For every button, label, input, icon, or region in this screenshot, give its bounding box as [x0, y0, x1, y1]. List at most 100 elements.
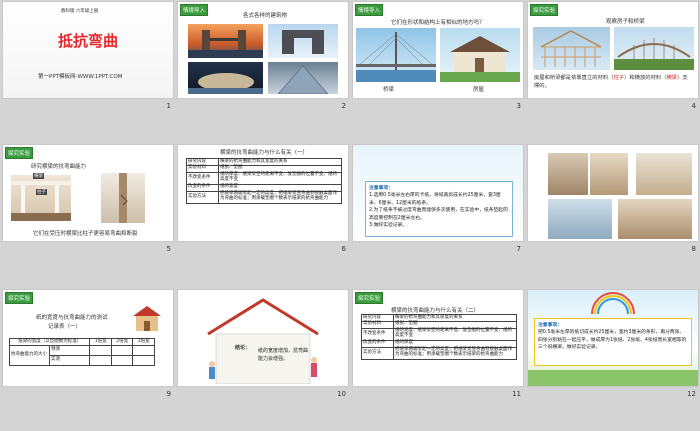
slide-1-canvas: 教科版 六年级上册 抵抗弯曲 第一PPT模板网-WWW.1PPT.COM	[3, 2, 173, 98]
slide-3-label-house: 房屋	[473, 87, 485, 93]
house-icon	[131, 304, 163, 332]
table-cell: 把纸梁两端架起一定的高度，把纸梁受压弯曲到接触桌面作为弯曲的标准；用承载垫圈个数…	[218, 190, 342, 204]
slide-number-9: 9	[166, 390, 171, 398]
slide-9-subtitle: 记录表（一）	[48, 324, 82, 330]
house-illustration	[198, 294, 328, 384]
slide-number-8: 8	[691, 245, 696, 253]
slide-number-1: 1	[166, 102, 171, 110]
slide-thumbnail-4[interactable]: 探究实验 观察房子和桥梁 房屋和桥梁都是依靠直立的材料（柱子）和横放的材料（横梁…	[528, 2, 698, 110]
slide-thumbnail-12[interactable]: 注意事项： 把0.5毫米左厚的纸切成长约25厘米，宽约3厘米的条形，再分两张、四…	[528, 290, 698, 398]
slide-4-canvas: 探究实验 观察房子和桥梁 房屋和桥梁都是依靠直立的材料（柱子）和横放的材料（横梁…	[528, 2, 698, 98]
table-row: 实验方法 把纸梁两端架起一定的高度，把纸梁受压弯曲到接触桌面作为弯曲的标准；用承载…	[361, 346, 517, 360]
slide-thumbnail-7[interactable]: 注意事项： 1.选用0.5毫米左右厚的卡纸，将纸裁剪成长约25厘米，宽3厘米、6…	[353, 145, 523, 253]
table-cell: 改变的条件	[361, 339, 394, 348]
slide-4-tag: 探究实验	[530, 4, 559, 16]
slide-number-11: 11	[512, 390, 521, 398]
slide-number-2: 2	[341, 102, 346, 110]
slide-7-canvas: 注意事项： 1.选用0.5毫米左右厚的卡纸，将纸裁剪成长约25厘米，宽3厘米、6…	[353, 145, 523, 241]
classroom-photo-2	[590, 153, 628, 195]
interior-columns-photo	[11, 175, 71, 221]
table-row: 抗弯曲能力的大小 预测	[9, 344, 155, 366]
rainbow-decoration	[588, 292, 638, 314]
slide-thumbnail-9[interactable]: 探究实验 纸的宽度与抗弯曲能力的测试 记录表（一） 纸梁的宽度（以垫圈数为标准）…	[3, 290, 173, 398]
slide-5-tag: 探究实验	[5, 147, 34, 159]
table-header: 3倍宽	[132, 338, 155, 346]
slide-4-body: 房屋和桥梁都是依靠直立的材料（柱子）和横放的材料（横梁）支撑的。	[534, 74, 692, 91]
table-cell: 抗弯曲能力的大小	[9, 344, 50, 366]
opera-house-photo	[188, 62, 263, 94]
slide-number-5: 5	[166, 245, 171, 253]
slide-1-title: 抵抗弯曲	[57, 32, 118, 50]
slide-2-tag: 情境导入	[180, 4, 209, 16]
slide-5-title: 研究横梁的抗弯曲能力	[31, 164, 87, 170]
slide-11-canvas: 探究实验 横梁的抗弯曲能力与什么有关（二） 研究内容 横梁的抗弯曲能力和其厚度的关…	[353, 290, 523, 386]
slide-7-note-heading: 注意事项：	[369, 186, 393, 191]
slide-2-canvas: 情境导入 各式各样的建筑物	[178, 2, 348, 98]
slide-thumbnail-8[interactable]: 8	[528, 145, 698, 253]
slide-12-canvas: 注意事项： 把0.5毫米左厚的纸切成长约25厘米，宽约3厘米的条形，再分两张、四…	[528, 290, 698, 386]
classroom-photo-5	[618, 199, 692, 239]
table-row: 纸梁的宽度（以垫圈数为标准） 1倍宽 2倍宽 3倍宽	[8, 338, 155, 346]
slide-3-canvas: 情境导入 它们在形状和结构上有相似的地方吗？ 桥梁 房屋	[353, 2, 523, 98]
slide-2-title: 各式各样的建筑物	[243, 13, 288, 19]
slide-thumbnail-6[interactable]: 横梁的抗弯曲能力与什么有关（一） 研究内容 横梁的抗弯曲能力和其宽度的关系 实验材…	[178, 145, 348, 253]
slide-number-3: 3	[516, 102, 521, 110]
slide-number-6: 6	[341, 245, 346, 253]
slide-5-canvas: 探究实验 研究横梁的抗弯曲能力 横梁 柱子 它们在受压时横梁比柱子更容易弯曲和断…	[3, 145, 173, 241]
table-cell: 纸的厚度、纸梁架空的距离不变、放垫圈的位置不变、纸的高度不变	[218, 171, 342, 185]
slide-7-note-item: 2.为了纸条不被过度弯曲而能够多次使用，在实验中，纸条垫起的高度要控制在2厘米左…	[369, 208, 508, 221]
table-cell: 不改变条件	[186, 171, 219, 185]
slide-thumbnail-5[interactable]: 探究实验 研究横梁的抗弯曲能力 横梁 柱子 它们在受压时横梁比柱子更容易弯曲和断…	[3, 145, 173, 253]
house-photo	[440, 28, 520, 82]
slide-6-title: 横梁的抗弯曲能力与什么有关（一）	[220, 150, 309, 156]
slide-4-text-part1: 房屋和桥梁都是依靠直立的材料（	[534, 75, 614, 81]
table-cell: 实验材料	[361, 320, 394, 329]
table-cell: 实测	[48, 354, 91, 366]
slide-1-footer: 第一PPT模板网-WWW.1PPT.COM	[38, 74, 123, 80]
slide-thumbnail-2[interactable]: 情境导入 各式各样的建筑物 2	[178, 2, 348, 110]
table-row: 实验方法 把纸梁两端架起一定的高度，把纸梁受压弯曲到接触桌面作为弯曲的标准；用承载…	[186, 190, 342, 204]
slide-10-conclusion-label: 结论：	[235, 345, 251, 351]
table-cell: 实验方法	[186, 190, 219, 204]
tower-bridge-photo	[188, 24, 263, 58]
slide-4-highlight-column: 柱子	[613, 75, 625, 81]
glass-building-photo	[268, 62, 338, 94]
slide-5-beam-label: 横梁	[33, 173, 44, 179]
slide-thumbnail-10[interactable]: 结论： 纸的宽度增加，抗弯曲能力会增强。 10	[178, 290, 348, 398]
table-row: 不改变条件 纸的厚度、纸梁架空的距离不变、放垫圈的位置不变、纸的高度不变	[186, 171, 342, 185]
slide-4-highlight-beam: 横梁	[666, 75, 678, 81]
slide-11-title: 横梁的抗弯曲能力与什么有关（二）	[391, 308, 480, 314]
slide-10-canvas: 结论： 纸的宽度增加，抗弯曲能力会增强。	[178, 290, 348, 386]
slide-number-10: 10	[337, 390, 346, 398]
classroom-photo-1	[548, 153, 588, 195]
slide-7-notes: 注意事项： 1.选用0.5毫米左右厚的卡纸，将纸裁剪成长约25厘米，宽3厘米、6…	[365, 181, 513, 237]
table-cell: 改变的条件	[186, 183, 219, 192]
table-cell: 实验方法	[361, 346, 394, 360]
classroom-photo-3	[636, 153, 692, 195]
slide-7-note-item: 1.选用0.5毫米左右厚的卡纸，将纸裁剪成长约25厘米，宽3厘米、6厘米、12厘…	[369, 193, 501, 206]
slide-thumbnail-11[interactable]: 探究实验 横梁的抗弯曲能力与什么有关（二） 研究内容 横梁的抗弯曲能力和其厚度的关…	[353, 290, 523, 398]
cable-bridge-photo	[356, 28, 436, 82]
slide-11-tag: 探究实验	[355, 292, 384, 304]
slide-6-canvas: 横梁的抗弯曲能力与什么有关（一） 研究内容 横梁的抗弯曲能力和其宽度的关系 实验材…	[178, 145, 348, 241]
slide-3-tag: 情境导入	[355, 4, 384, 16]
broken-beam-photo	[101, 173, 145, 223]
slide-9-tag: 探究实验	[5, 292, 34, 304]
slide-4-text-part2: ）和横放的材料（	[624, 75, 667, 81]
slide-thumbnail-1[interactable]: 教科版 六年级上册 抵抗弯曲 第一PPT模板网-WWW.1PPT.COM 1	[3, 2, 173, 110]
table-row: 不改变条件 纸的宽度、纸梁架空的距离不变、放垫圈的位置不变、纸的高度不变	[361, 327, 517, 341]
slide-9-title: 纸的宽度与抗弯曲能力的测试	[36, 315, 108, 321]
table-header: 纸梁的宽度（以垫圈数为标准）	[8, 338, 91, 346]
table-header: 1倍宽	[89, 338, 112, 346]
table-cell: 不改变条件	[361, 327, 394, 341]
table-row: 研究内容 横梁的抗弯曲能力和其宽度的关系	[186, 158, 342, 166]
table-cell: 实验材料	[186, 164, 219, 173]
slide-5-column-label: 柱子	[36, 189, 47, 195]
slide-9-table: 纸梁的宽度（以垫圈数为标准） 1倍宽 2倍宽 3倍宽 抗弯曲能力的大小 预测 实测	[8, 338, 155, 366]
slide-number-7: 7	[516, 245, 521, 253]
slide-thumbnail-3[interactable]: 情境导入 它们在形状和结构上有相似的地方吗？ 桥梁 房屋 3	[353, 2, 523, 110]
slide-9-canvas: 探究实验 纸的宽度与抗弯曲能力的测试 记录表（一） 纸梁的宽度（以垫圈数为标准）…	[3, 290, 173, 386]
slide-1-subtitle: 教科版 六年级上册	[61, 9, 99, 14]
slide-7-note-item: 3.做好实验记录。	[369, 223, 408, 229]
slide-number-4: 4	[691, 102, 696, 110]
